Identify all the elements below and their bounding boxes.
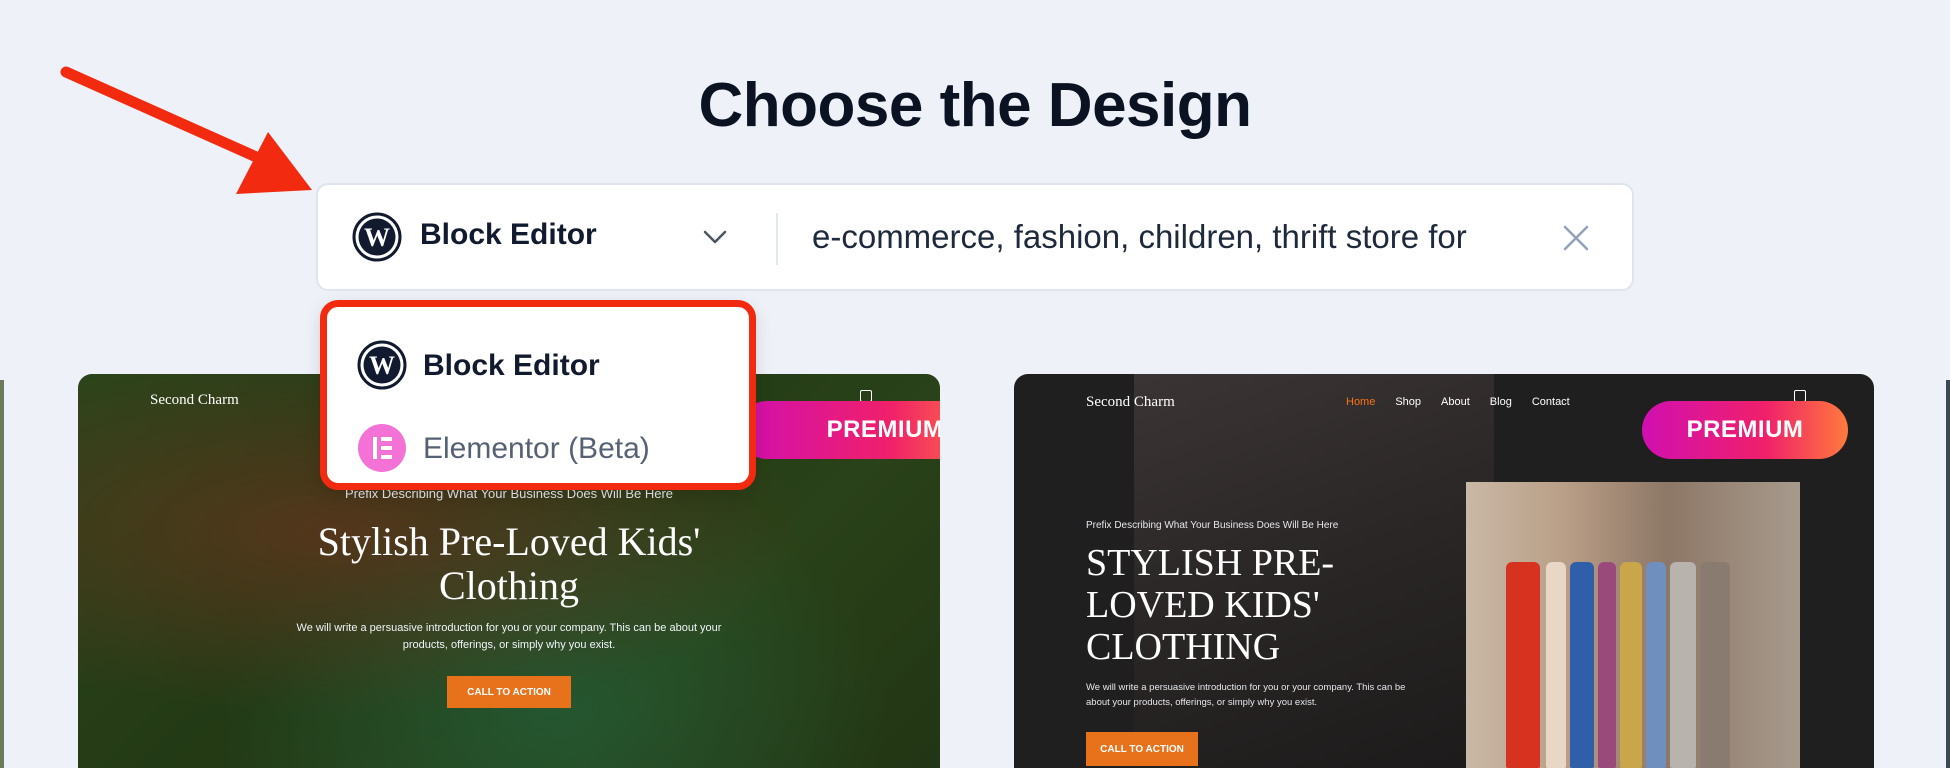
clothing-item (1700, 562, 1730, 768)
card-nav-item[interactable]: Blog (1490, 396, 1512, 408)
card-intro: We will write a persuasive introduction … (1086, 680, 1416, 710)
adjacent-card-edge (0, 380, 4, 768)
svg-text:W: W (369, 351, 395, 380)
dropdown-option-label: Block Editor (423, 349, 600, 382)
card-hero-title-line: STYLISH PRE- (1086, 542, 1335, 584)
card-prefix: Prefix Describing What Your Business Doe… (1086, 520, 1339, 531)
card-intro: We will write a persuasive introduction … (288, 620, 730, 654)
close-icon[interactable] (1560, 222, 1592, 254)
card-nav-item[interactable]: Contact (1532, 396, 1570, 408)
card-hero-title-line: CLOTHING (1086, 626, 1281, 668)
card-intro-line: We will write a persuasive introduction … (296, 622, 722, 634)
clothing-item (1670, 562, 1696, 768)
clothing-item (1646, 562, 1666, 768)
dropdown-option-label: Elementor (Beta) (423, 432, 650, 465)
builder-select-dropdown[interactable]: W Block Editor (318, 185, 776, 289)
card-hero-title: STYLISH PRE- LOVED KIDS' CLOTHING (1086, 542, 1406, 668)
card-intro-line: about your products, offerings, or simpl… (1086, 697, 1318, 708)
dropdown-option-elementor[interactable]: Elementor (Beta) (327, 415, 749, 485)
adjacent-card-edge (1946, 380, 1950, 768)
clothing-item (1570, 562, 1594, 768)
search-input[interactable] (812, 207, 1542, 267)
call-to-action-button[interactable]: CALL TO ACTION (1086, 732, 1198, 766)
search-divider (776, 213, 778, 265)
wordpress-icon: W (352, 212, 402, 262)
card-brand: Second Charm (1086, 394, 1175, 410)
elementor-icon (358, 424, 406, 472)
call-to-action-button[interactable]: CALL TO ACTION (447, 676, 571, 708)
card-hero-title-line: Stylish Pre-Loved Kids' (317, 519, 701, 564)
clothing-item (1598, 562, 1616, 768)
clothing-rack-image (1466, 482, 1800, 768)
card-nav-item[interactable]: About (1441, 396, 1470, 408)
design-card-2[interactable]: Second Charm Home Shop About Blog Contac… (1014, 374, 1874, 768)
page-title: Choose the Design (698, 71, 1252, 140)
premium-badge: PREMIUM (738, 401, 940, 459)
dropdown-option-block-editor[interactable]: W Block Editor (327, 332, 749, 402)
card-hero-title-line: Clothing (438, 563, 580, 608)
wordpress-icon: W (357, 340, 407, 390)
design-search-bar: W Block Editor (316, 183, 1634, 291)
clothing-item (1620, 562, 1642, 768)
card-hero-title-line: LOVED KIDS' (1086, 584, 1320, 626)
svg-text:W: W (364, 223, 390, 252)
card-nav-item[interactable]: Shop (1395, 396, 1421, 408)
card-brand: Second Charm (150, 392, 239, 408)
builder-select-label: Block Editor (420, 218, 597, 251)
chevron-down-icon (703, 230, 727, 244)
builder-dropdown-menu: W Block Editor Elementor (Beta) (320, 300, 756, 490)
card-nav: Home Shop About Blog Contact (1346, 396, 1570, 408)
card-intro-line: products, offerings, or simply why you e… (402, 639, 616, 651)
card-hero-title: Stylish Pre-Loved Kids' Clothing (78, 520, 940, 608)
clothing-item (1506, 562, 1540, 768)
clothing-item (1546, 562, 1566, 768)
card-intro-line: We will write a persuasive introduction … (1086, 682, 1406, 693)
card-nav-item[interactable]: Home (1346, 396, 1375, 408)
premium-badge: PREMIUM (1642, 401, 1848, 459)
